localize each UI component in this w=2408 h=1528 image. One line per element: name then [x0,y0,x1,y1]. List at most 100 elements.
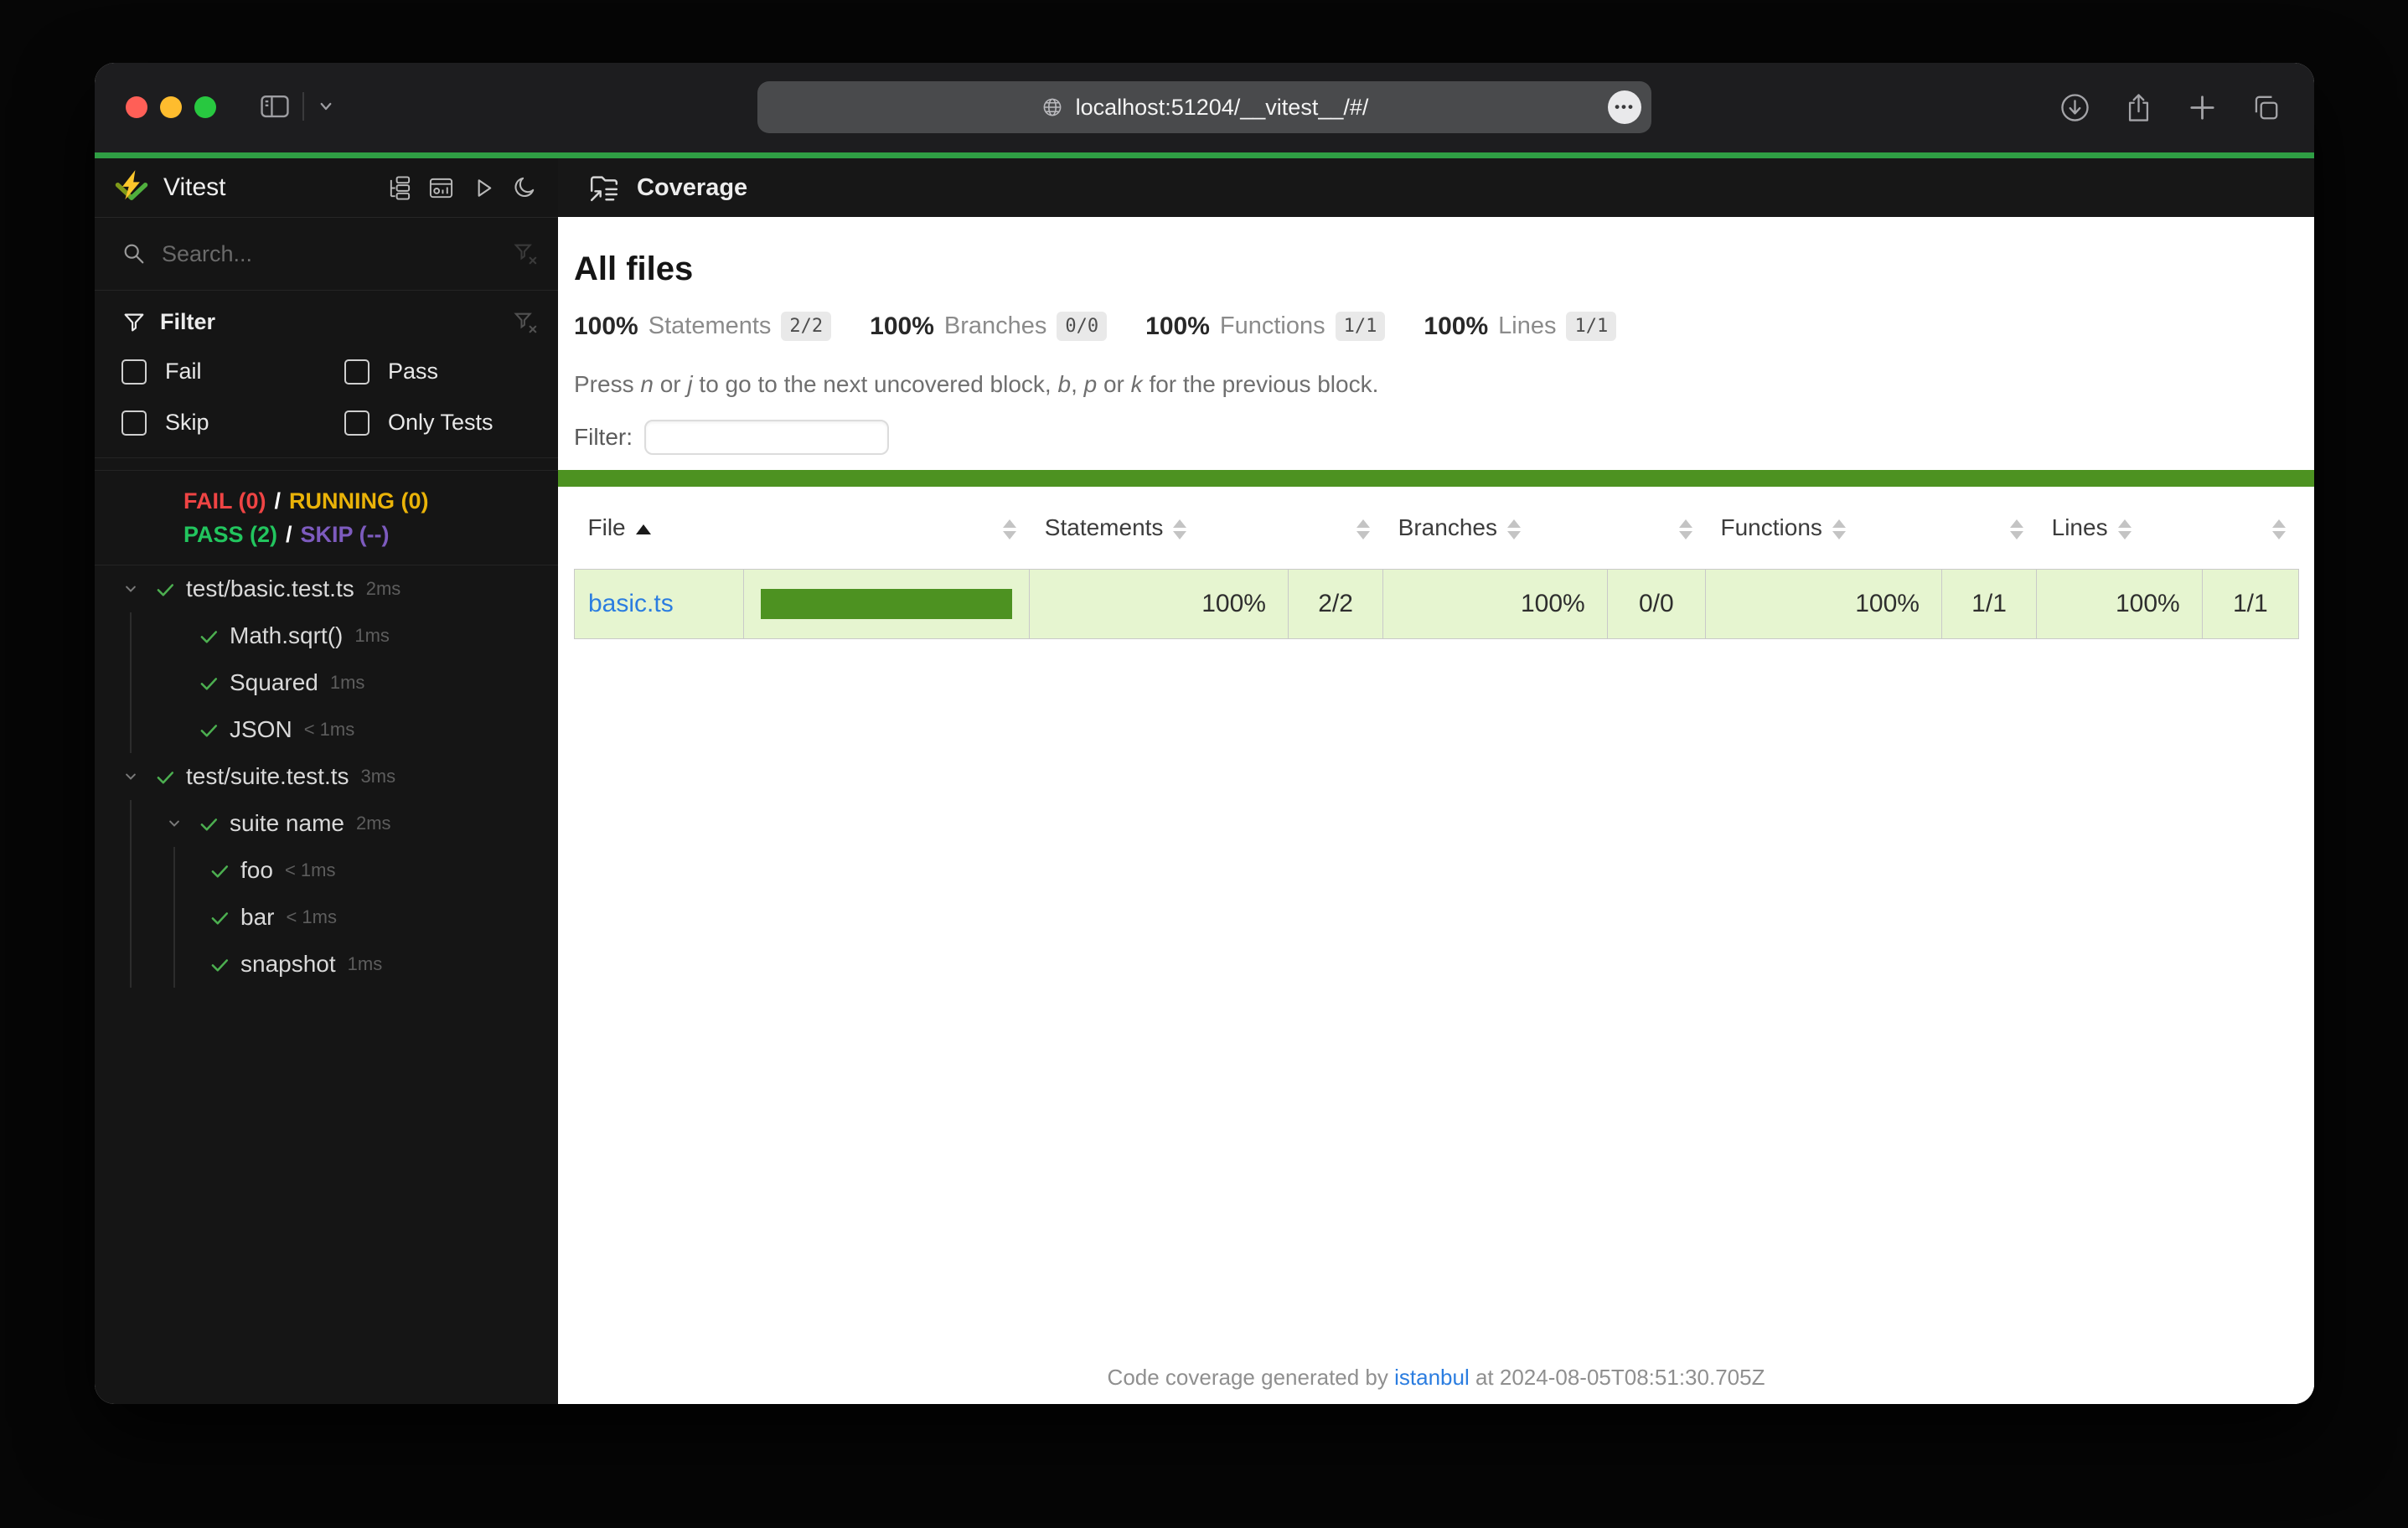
statements-frac-cell: 2/2 [1287,569,1384,639]
branches-frac-cell: 0/0 [1606,569,1707,639]
dark-mode-icon[interactable] [512,175,538,201]
coverage-footer: Code coverage generated by istanbul at 2… [1107,1365,1765,1390]
tab-overview-icon[interactable] [2250,92,2281,123]
check-icon [197,719,220,741]
stat-label: Statements [648,312,772,339]
tree-guide [130,800,132,988]
tree-item-squared[interactable]: Squared 1ms [95,659,558,706]
separator: / [274,488,282,514]
coverage-status-line [558,470,2314,487]
new-tab-icon[interactable] [2187,92,2218,123]
vitest-sidebar: Vitest Search... Filter Fail Pass Skip O… [95,158,558,1404]
sidebar-search [95,218,558,291]
sort-icon [2009,519,2023,539]
sidebar-toggle-icon[interactable] [259,90,291,122]
stat-percent: 100% [1424,312,1489,340]
filter-option-only-tests[interactable]: Only Tests [344,410,538,436]
filter-option-skip[interactable]: Skip [121,410,344,436]
fail-checkbox[interactable] [121,359,147,385]
table-row: basic.ts 100% 2/2 100% 0/0 100% 1/1 100%… [574,569,2300,639]
toolbar-divider [302,92,304,121]
column-header-lines-fraction[interactable] [2202,487,2298,570]
tree-item-basic-test[interactable]: test/basic.test.ts 2ms [95,565,558,612]
column-header-functions[interactable]: Functions [1706,487,1942,570]
stat-fraction-badge: 0/0 [1057,312,1108,341]
column-header-branches-fraction[interactable] [1607,487,1705,570]
column-header-statements[interactable]: Statements [1030,487,1289,570]
dashboard-icon[interactable] [428,175,454,201]
column-header-statements-fraction[interactable] [1288,487,1382,570]
tree-item-bar[interactable]: bar < 1ms [95,894,558,941]
separator: / [286,522,292,547]
filter-option-pass[interactable]: Pass [344,359,538,385]
download-icon[interactable] [2059,92,2090,123]
address-bar[interactable]: localhost:51204/__vitest__/#/ ••• [757,81,1651,133]
coverage-panel: Coverage All files 100% Statements 2/2 1… [558,158,2314,1404]
tree-item-math-sqrt[interactable]: Math.sqrt() 1ms [95,612,558,659]
share-icon[interactable] [2123,92,2154,123]
sort-icon [1678,519,1692,539]
coverage-bar-cell [742,569,1031,639]
stat-percent: 100% [574,312,638,340]
sort-icon [1173,519,1187,539]
check-icon [208,906,230,929]
clear-filter-icon[interactable] [513,241,538,266]
lines-pct-cell: 100% [2036,569,2203,639]
skip-count: SKIP (--) [300,522,390,547]
branches-pct-cell: 100% [1382,569,1608,639]
statements-pct-cell: 100% [1029,569,1289,639]
only-tests-checkbox[interactable] [344,410,369,436]
clear-filter-icon[interactable] [513,310,538,335]
skip-checkbox[interactable] [121,410,147,436]
chevron-down-icon[interactable] [316,96,336,116]
ellipsis-icon[interactable]: ••• [1608,90,1641,124]
url-text: localhost:51204/__vitest__/#/ [1075,94,1369,120]
istanbul-link[interactable]: istanbul [1394,1365,1470,1390]
tree-item-suite-name[interactable]: suite name 2ms [95,800,558,847]
run-icon[interactable] [470,175,496,201]
expand-chevron-icon[interactable] [120,766,142,787]
column-header-bar[interactable] [743,487,1030,570]
sort-asc-icon [635,524,651,534]
check-icon [208,953,230,976]
tree-item-suite-test[interactable]: test/suite.test.ts 3ms [95,753,558,800]
test-duration: < 1ms [286,906,337,927]
filter-option-fail[interactable]: Fail [121,359,344,385]
tree-item-snapshot[interactable]: snapshot 1ms [95,941,558,988]
close-traffic-icon[interactable] [126,96,147,118]
minimize-traffic-icon[interactable] [160,96,182,118]
column-header-branches[interactable]: Branches [1383,487,1608,570]
column-header-file[interactable]: File [575,487,744,570]
functions-pct-cell: 100% [1705,569,1942,639]
file-link[interactable]: basic.ts [588,590,674,617]
coverage-filter-input[interactable] [644,420,889,455]
tree-item-json[interactable]: JSON < 1ms [95,706,558,753]
expand-chevron-icon[interactable] [163,813,185,834]
coverage-report-icon [586,170,622,205]
list-tree-icon[interactable] [386,175,412,201]
test-name: foo [240,857,273,883]
tree-item-foo[interactable]: foo < 1ms [95,847,558,894]
check-icon [208,860,230,882]
stat-label: Functions [1219,312,1325,339]
sort-icon [2271,519,2286,539]
page-title: All files [574,250,694,287]
coverage-header: Coverage [558,158,2314,217]
summary-line-2: PASS (2) / SKIP (--) [183,518,558,551]
sort-icon [1002,519,1016,539]
zoom-traffic-icon[interactable] [194,96,216,118]
search-input[interactable] [160,240,499,268]
app-title: Vitest [163,173,226,201]
column-header-functions-fraction[interactable] [1941,487,2036,570]
pass-checkbox[interactable] [344,359,369,385]
test-duration: 2ms [355,813,391,834]
sidebar-header: Vitest [95,158,558,218]
tree-guide [173,847,175,988]
summary-line-1: FAIL (0) / RUNNING (0) [183,484,558,518]
filter-title: Filter [160,309,216,334]
check-icon [197,813,220,835]
check-icon [197,672,220,694]
column-header-lines[interactable]: Lines [2037,487,2203,570]
stat-statements: 100% Statements 2/2 [574,312,832,341]
expand-chevron-icon[interactable] [120,578,142,600]
